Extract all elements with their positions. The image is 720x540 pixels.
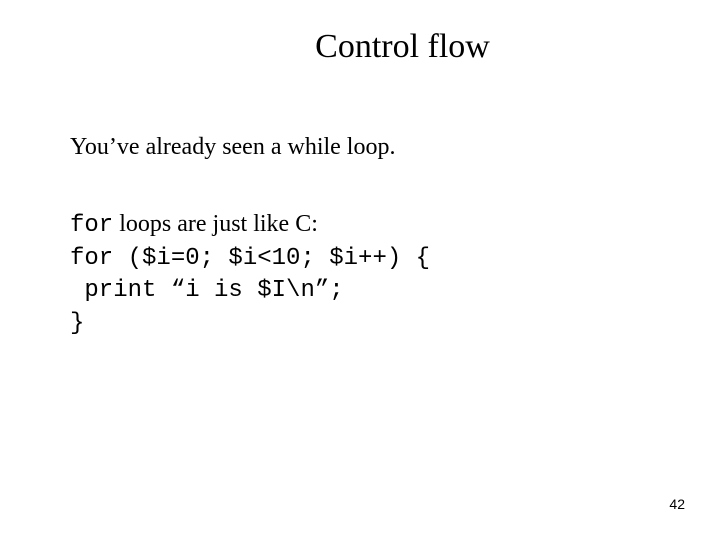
for-keyword: for: [70, 212, 113, 239]
code-line-2: print “i is $I\n”;: [70, 275, 650, 307]
for-description-rest: loops are just like C:: [113, 211, 318, 237]
page-number: 42: [669, 496, 685, 512]
intro-text: You’ve already seen a while loop.: [70, 131, 650, 163]
slide-title: Control flow: [155, 28, 650, 66]
code-line-1: for ($i=0; $i<10; $i++) {: [70, 243, 650, 275]
for-loop-description: for loops are just like C:: [70, 208, 650, 242]
slide: Control flow You’ve already seen a while…: [0, 0, 720, 540]
code-line-3: }: [70, 308, 650, 340]
